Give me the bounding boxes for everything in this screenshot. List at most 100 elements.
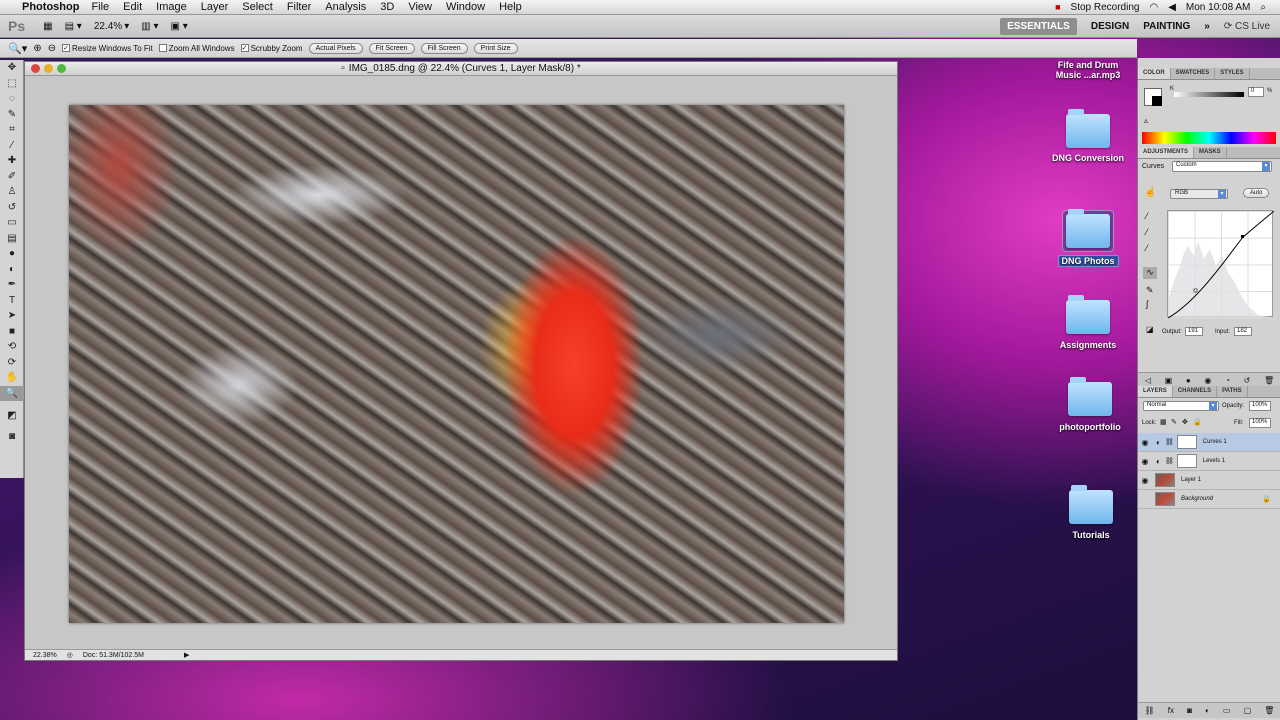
tab-layers[interactable]: LAYERS — [1138, 386, 1173, 397]
fill-field[interactable]: 100% — [1249, 418, 1271, 428]
pen-tool-icon[interactable]: ✒ — [0, 277, 24, 293]
menu-edit[interactable]: Edit — [123, 1, 142, 13]
workspace-design[interactable]: DESIGN — [1091, 21, 1129, 32]
lasso-tool-icon[interactable]: ◌ — [0, 91, 24, 107]
workspace-painting[interactable]: PAINTING — [1143, 21, 1190, 32]
record-icon[interactable]: ■ — [1055, 2, 1060, 12]
new-group-icon[interactable]: ▭ — [1223, 706, 1231, 715]
link-layers-icon[interactable]: ⛓ — [1145, 706, 1155, 715]
visibility-eye-icon[interactable]: ◉ — [1138, 438, 1152, 447]
clone-stamp-tool-icon[interactable]: ♙ — [0, 184, 24, 200]
blend-mode-select[interactable]: Normal ▾ — [1143, 401, 1219, 411]
fit-screen-button[interactable]: Fit Screen — [368, 42, 415, 54]
curves-graph[interactable] — [1167, 210, 1275, 319]
new-adjustment-layer-icon[interactable]: ◐ — [1205, 706, 1210, 715]
input-field[interactable]: 182 — [1234, 327, 1252, 336]
return-icon[interactable]: ◁ — [1145, 376, 1151, 385]
zoom-tool-icon[interactable]: 🔍 — [0, 385, 24, 401]
previous-state-icon[interactable]: ◔ — [1225, 376, 1230, 385]
workspace-essentials[interactable]: ESSENTIALS — [1000, 17, 1077, 35]
tab-paths[interactable]: PATHS — [1217, 386, 1248, 397]
channel-select[interactable]: RGB ▾ — [1170, 189, 1228, 199]
menu-file[interactable]: File — [91, 1, 109, 13]
brush-tool-icon[interactable]: ✐ — [0, 169, 24, 185]
spotlight-icon[interactable]: ⌕ — [1260, 2, 1266, 13]
tab-color[interactable]: COLOR — [1138, 68, 1171, 79]
clock[interactable]: Mon 10:08 AM — [1186, 2, 1250, 13]
lock-image-icon[interactable]: ✎ — [1171, 418, 1177, 426]
close-window-icon[interactable] — [31, 64, 40, 73]
history-brush-tool-icon[interactable]: ↺ — [0, 200, 24, 216]
hand-tool-icon[interactable]: ✋ — [0, 370, 24, 386]
stop-recording-item[interactable]: Stop Recording — [1071, 2, 1140, 13]
desktop-icon-photoportfolio[interactable]: photoportfolio — [1050, 377, 1130, 432]
smooth-curve-icon[interactable]: ∫ — [1146, 299, 1148, 309]
zoom-all-windows-checkbox[interactable]: Zoom All Windows — [158, 44, 235, 53]
new-layer-icon[interactable]: ▢ — [1244, 706, 1252, 715]
cs-live-button[interactable]: ⟳ CS Live — [1224, 21, 1270, 32]
eyedropper-tool-icon[interactable]: ⁄ — [0, 138, 24, 154]
visibility-eye-icon[interactable]: ◉ — [1138, 476, 1152, 485]
layer-row-layer1[interactable]: ◉ Layer 1 — [1138, 471, 1280, 490]
pencil-draw-icon[interactable]: ✎ — [1146, 285, 1154, 296]
path-selection-tool-icon[interactable]: ➤ — [0, 308, 24, 324]
curves-preset-select[interactable]: Custom ▾ — [1172, 161, 1272, 172]
document-title-bar[interactable]: ▫ IMG_0185.dng @ 22.4% (Curves 1, Layer … — [25, 62, 897, 76]
minimize-window-icon[interactable] — [44, 64, 53, 73]
visibility-eye-icon[interactable]: ◉ — [1138, 457, 1152, 466]
menu-3d[interactable]: 3D — [380, 1, 394, 13]
bridge-button[interactable]: ▦ — [43, 21, 52, 32]
tab-swatches[interactable]: SWATCHES — [1171, 68, 1216, 79]
shape-tool-icon[interactable]: ■ — [0, 324, 24, 340]
layer-mask-thumbnail[interactable] — [1176, 454, 1197, 468]
volume-icon[interactable]: ◀ — [1168, 2, 1176, 13]
layer-view-icon[interactable]: ▣ — [1165, 376, 1173, 385]
3d-rotate-tool-icon[interactable]: ⟲ — [0, 339, 24, 355]
image-canvas[interactable] — [69, 105, 844, 623]
layer-row-levels[interactable]: ◉ ◐ ⛓ Levels 1 — [1138, 452, 1280, 471]
color-swatch-icon[interactable] — [1144, 88, 1162, 106]
type-tool-icon[interactable]: T — [0, 293, 24, 309]
zoom-level-select[interactable]: 22.4% ▾ — [94, 21, 129, 32]
menu-help[interactable]: Help — [499, 1, 522, 13]
crop-tool-icon[interactable]: ⌗ — [0, 122, 24, 138]
sample-gray-eyedropper-icon[interactable]: ⁄ — [1146, 227, 1148, 237]
layer-row-background[interactable]: Background 🔒 — [1138, 490, 1280, 509]
lock-all-icon[interactable]: 🔒 — [1193, 418, 1202, 426]
delete-adjustment-icon[interactable]: 🗑 — [1264, 376, 1274, 385]
eraser-tool-icon[interactable]: ▭ — [0, 215, 24, 231]
desktop-icon-tutorials[interactable]: Tutorials — [1051, 485, 1131, 540]
3d-orbit-tool-icon[interactable]: ⟳ — [0, 355, 24, 371]
sample-white-eyedropper-icon[interactable]: ⁄ — [1146, 243, 1148, 253]
print-size-button[interactable]: Print Size — [473, 42, 518, 54]
curve-points-icon[interactable]: ∿ — [1143, 267, 1157, 279]
clip-layer-icon[interactable]: ● — [1186, 376, 1191, 385]
k-value-field[interactable]: 0 — [1248, 87, 1264, 97]
quick-selection-tool-icon[interactable]: ✎ — [0, 107, 24, 123]
k-slider[interactable] — [1174, 92, 1244, 97]
tab-masks[interactable]: MASKS — [1194, 147, 1227, 158]
sample-black-eyedropper-icon[interactable]: ⁄ — [1146, 211, 1148, 221]
marquee-tool-icon[interactable]: ⬚ — [0, 76, 24, 92]
desktop-icon-music-file[interactable]: Fife and Drum Music ...ar.mp3 — [1048, 60, 1128, 80]
zoom-tool-preset-icon[interactable]: 🔍▾ — [8, 42, 27, 55]
menu-view[interactable]: View — [408, 1, 432, 13]
foreground-background-colors-icon[interactable]: ◩ — [0, 401, 24, 429]
menu-analysis[interactable]: Analysis — [325, 1, 366, 13]
tab-channels[interactable]: CHANNELS — [1173, 386, 1218, 397]
resize-windows-checkbox[interactable]: ✓ Resize Windows To Fit — [62, 44, 153, 53]
clip-warning-icon[interactable]: ◪ — [1146, 325, 1154, 334]
lock-transparency-icon[interactable]: ▦ — [1160, 418, 1167, 426]
on-image-adjust-icon[interactable]: ☝ — [1144, 187, 1156, 198]
menu-window[interactable]: Window — [446, 1, 485, 13]
screen-mode-button[interactable]: ▣ ▾ — [170, 21, 187, 32]
tab-adjustments[interactable]: ADJUSTMENTS — [1138, 147, 1195, 158]
layer-row-curves[interactable]: ◉ ◐ ⛓ Curves 1 — [1138, 433, 1280, 452]
opacity-field[interactable]: 100% — [1249, 401, 1271, 411]
menu-image[interactable]: Image — [156, 1, 187, 13]
reset-icon[interactable]: ↺ — [1244, 376, 1251, 385]
desktop-icon-dng-conversion[interactable]: DNG Conversion — [1048, 109, 1128, 163]
menu-filter[interactable]: Filter — [287, 1, 311, 13]
menu-select[interactable]: Select — [242, 1, 273, 13]
tab-styles[interactable]: STYLES — [1215, 68, 1250, 79]
